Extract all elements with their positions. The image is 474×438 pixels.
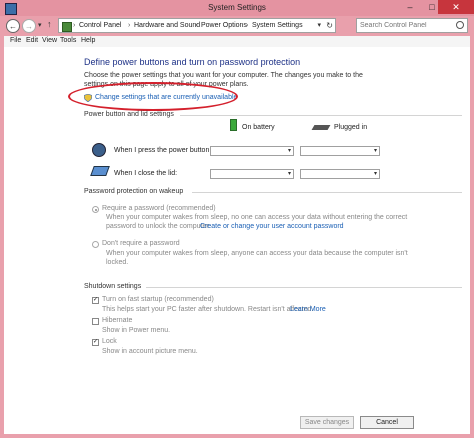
back-button[interactable]: ←: [6, 19, 20, 33]
power-button-icon: [92, 143, 106, 157]
dropdown-arrow-icon: ▾: [287, 148, 291, 154]
power-section-title: Power button and lid settings: [84, 111, 174, 118]
learn-more-link[interactable]: Learn More: [290, 306, 326, 313]
require-password-desc-2: password to unlock the computer.: [106, 223, 211, 230]
hibernate-label: Hibernate: [102, 317, 133, 324]
menu-file[interactable]: File: [10, 37, 21, 44]
require-password-label: Require a password (recommended): [102, 205, 216, 212]
power-button-on-battery-select[interactable]: ▾: [210, 146, 294, 156]
title-bar: System Settings – □ ✕: [0, 0, 474, 16]
navigation-bar: ← → ▾ ↑ › Control Panel › Hardware and S…: [0, 16, 474, 36]
shutdown-section-title: Shutdown settings: [84, 283, 142, 290]
laptop-lid-icon: [90, 166, 110, 176]
main-content: Define power buttons and turn on passwor…: [4, 47, 470, 434]
minimize-button[interactable]: –: [398, 0, 422, 14]
plug-icon: [311, 125, 331, 130]
menu-edit[interactable]: Edit: [26, 37, 38, 44]
menu-bar: File Edit View Tools Help: [4, 36, 470, 47]
page-heading: Define power buttons and turn on passwor…: [84, 57, 301, 67]
fast-startup-checkbox[interactable]: ✓: [92, 297, 99, 304]
power-button-label: When I press the power button:: [114, 147, 212, 154]
close-lid-plugged-in-select[interactable]: ▾: [300, 169, 380, 179]
address-dropdown-icon[interactable]: ▾: [317, 21, 321, 29]
create-password-link[interactable]: Create or change your user account passw…: [200, 223, 344, 230]
section-divider: [146, 287, 462, 288]
search-box[interactable]: [356, 18, 468, 33]
recent-pages-dropdown[interactable]: ▾: [38, 21, 42, 29]
breadcrumb-separator: ›: [246, 22, 249, 29]
breadcrumb-power-options[interactable]: Power Options: [201, 22, 247, 29]
password-section-title: Password protection on wakeup: [84, 188, 184, 195]
breadcrumb-separator: ›: [73, 22, 76, 29]
control-panel-icon: [62, 22, 72, 32]
save-changes-button[interactable]: Save changes: [300, 416, 354, 429]
menu-view[interactable]: View: [42, 37, 57, 44]
window: System Settings – □ ✕ ← → ▾ ↑ › Control …: [0, 0, 474, 438]
breadcrumb-separator: ›: [195, 22, 198, 29]
power-button-plugged-in-select[interactable]: ▾: [300, 146, 380, 156]
menu-help[interactable]: Help: [81, 37, 95, 44]
address-bar[interactable]: › Control Panel › Hardware and Sound › P…: [58, 18, 336, 33]
breadcrumb-separator: ›: [128, 22, 131, 29]
battery-icon: [230, 119, 237, 131]
refresh-icon[interactable]: ↻: [326, 21, 333, 30]
close-button[interactable]: ✕: [438, 0, 474, 14]
menu-tools[interactable]: Tools: [60, 37, 76, 44]
on-battery-header: On battery: [242, 124, 275, 131]
dont-require-password-desc: When your computer wakes from sleep, any…: [106, 250, 408, 257]
require-password-desc: When your computer wakes from sleep, no …: [106, 214, 408, 221]
dropdown-arrow-icon: ▾: [287, 171, 291, 177]
fast-startup-desc: This helps start your PC faster after sh…: [102, 306, 314, 313]
up-button[interactable]: ↑: [47, 19, 52, 29]
breadcrumb-control-panel[interactable]: Control Panel: [79, 22, 121, 29]
fast-startup-label: Turn on fast startup (recommended): [102, 296, 214, 303]
close-lid-label: When I close the lid:: [114, 170, 178, 177]
hibernate-desc: Show in Power menu.: [102, 327, 171, 334]
dont-require-password-label: Don't require a password: [102, 240, 180, 247]
lock-label: Lock: [102, 338, 117, 345]
dont-require-password-radio[interactable]: [92, 241, 99, 248]
lock-desc: Show in account picture menu.: [102, 348, 198, 355]
dropdown-arrow-icon: ▾: [373, 148, 377, 154]
breadcrumb-system-settings[interactable]: System Settings: [252, 22, 303, 29]
cancel-button[interactable]: Cancel: [360, 416, 414, 429]
plugged-in-header: Plugged in: [334, 124, 368, 131]
lock-checkbox[interactable]: ✓: [92, 339, 99, 346]
highlight-ellipse: [68, 82, 238, 111]
search-icon[interactable]: [456, 21, 464, 29]
dropdown-arrow-icon: ▾: [373, 171, 377, 177]
breadcrumb-hardware-and-sound[interactable]: Hardware and Sound: [134, 22, 200, 29]
require-password-radio[interactable]: [92, 206, 99, 213]
hibernate-checkbox[interactable]: [92, 318, 99, 325]
section-divider: [180, 115, 462, 116]
close-lid-on-battery-select[interactable]: ▾: [210, 169, 294, 179]
forward-button[interactable]: →: [22, 19, 36, 33]
dont-require-password-desc-2: locked.: [106, 259, 129, 266]
search-input[interactable]: [360, 20, 450, 31]
section-divider: [192, 192, 462, 193]
